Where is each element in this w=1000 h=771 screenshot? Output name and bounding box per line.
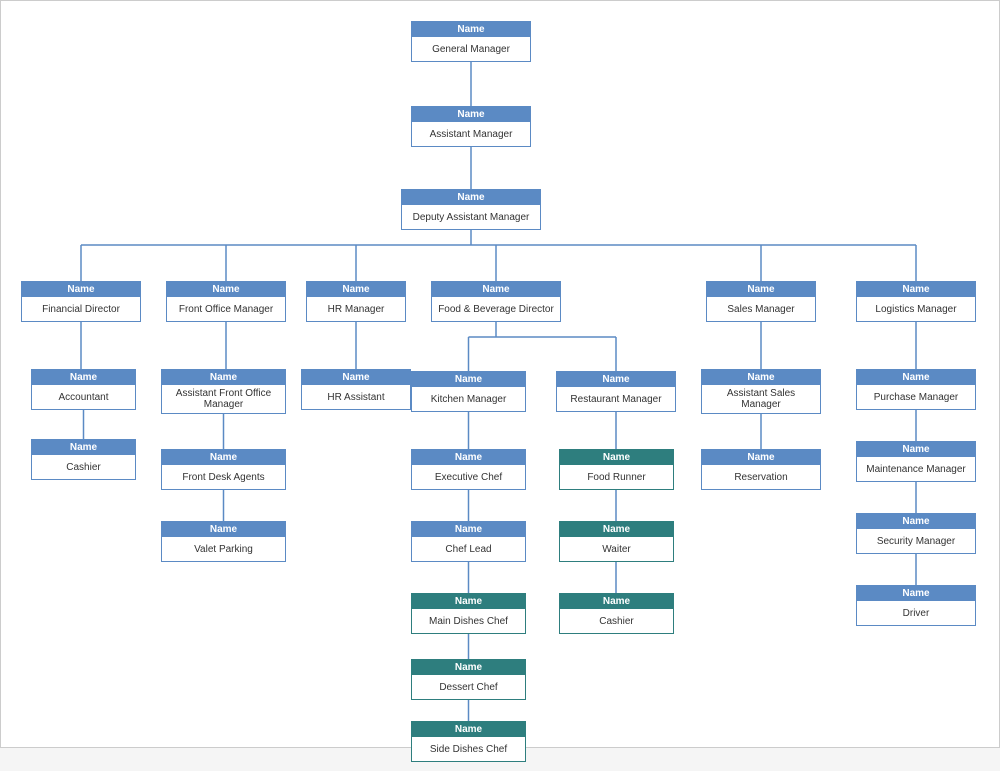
node-role-hrm: HR Manager: [307, 297, 405, 321]
node-header-acc: Name: [32, 370, 135, 385]
node-food-runner: Name Food Runner: [559, 449, 674, 490]
node-front-desk-agents: Name Front Desk Agents: [161, 449, 286, 490]
node-role-mm: Maintenance Manager: [857, 457, 975, 481]
node-sales-manager: Name Sales Manager: [706, 281, 816, 322]
node-header-mm: Name: [857, 442, 975, 457]
node-role-driver: Driver: [857, 601, 975, 625]
node-header-driver: Name: [857, 586, 975, 601]
node-role-acc: Accountant: [32, 385, 135, 409]
node-role-dam: Deputy Assistant Manager: [402, 205, 540, 229]
node-header-fr: Name: [560, 450, 673, 465]
node-header-fd: Name: [22, 282, 140, 297]
node-chef-lead: Name Chef Lead: [411, 521, 526, 562]
node-header-fda: Name: [162, 450, 285, 465]
org-chart-container: Name General Manager Name Assistant Mana…: [0, 0, 1000, 748]
node-header-gm: Name: [412, 22, 530, 37]
node-front-office-manager: Name Front Office Manager: [166, 281, 286, 322]
node-header-rm: Name: [557, 372, 675, 387]
node-restaurant-manager: Name Restaurant Manager: [556, 371, 676, 412]
node-food-beverage-director: Name Food & Beverage Director: [431, 281, 561, 322]
node-role-sm: Sales Manager: [707, 297, 815, 321]
node-asst-sales-manager: Name Assistant Sales Manager: [701, 369, 821, 414]
node-header-vp: Name: [162, 522, 285, 537]
node-main-dishes-chef: Name Main Dishes Chef: [411, 593, 526, 634]
node-header-waiter: Name: [560, 522, 673, 537]
node-hr-assistant: Name HR Assistant: [301, 369, 411, 410]
node-role-mdc: Main Dishes Chef: [412, 609, 525, 633]
node-header-sm: Name: [707, 282, 815, 297]
node-header-hra: Name: [302, 370, 410, 385]
node-role-fr: Food Runner: [560, 465, 673, 489]
node-header-pm: Name: [857, 370, 975, 385]
node-role-asm: Assistant Sales Manager: [702, 385, 820, 413]
node-asst-front-office: Name Assistant Front Office Manager: [161, 369, 286, 414]
node-header-cashier-rest: Name: [560, 594, 673, 609]
node-assistant-manager: Name Assistant Manager: [411, 106, 531, 147]
node-header-cashier-fd: Name: [32, 440, 135, 455]
node-cashier-rest: Name Cashier: [559, 593, 674, 634]
node-role-fom: Front Office Manager: [167, 297, 285, 321]
node-header-reservation: Name: [702, 450, 820, 465]
node-header-ec: Name: [412, 450, 525, 465]
node-role-cl: Chef Lead: [412, 537, 525, 561]
node-header-lm: Name: [857, 282, 975, 297]
node-role-cashier-rest: Cashier: [560, 609, 673, 633]
node-header-sdc: Name: [412, 722, 525, 737]
node-header-afom: Name: [162, 370, 285, 385]
node-header-km: Name: [412, 372, 525, 387]
node-role-secm: Security Manager: [857, 529, 975, 553]
node-role-afom: Assistant Front Office Manager: [162, 385, 285, 413]
node-executive-chef: Name Executive Chef: [411, 449, 526, 490]
node-role-am: Assistant Manager: [412, 122, 530, 146]
node-role-gm: General Manager: [412, 37, 530, 61]
node-role-fbd: Food & Beverage Director: [432, 297, 560, 321]
node-role-ec: Executive Chef: [412, 465, 525, 489]
node-role-fda: Front Desk Agents: [162, 465, 285, 489]
node-driver: Name Driver: [856, 585, 976, 626]
node-role-vp: Valet Parking: [162, 537, 285, 561]
node-header-secm: Name: [857, 514, 975, 529]
node-waiter: Name Waiter: [559, 521, 674, 562]
node-role-hra: HR Assistant: [302, 385, 410, 409]
node-dessert-chef: Name Dessert Chef: [411, 659, 526, 700]
node-purchase-manager: Name Purchase Manager: [856, 369, 976, 410]
node-security-manager: Name Security Manager: [856, 513, 976, 554]
node-general-manager: Name General Manager: [411, 21, 531, 62]
node-cashier-fd: Name Cashier: [31, 439, 136, 480]
node-role-pm: Purchase Manager: [857, 385, 975, 409]
node-role-km: Kitchen Manager: [412, 387, 525, 411]
node-accountant: Name Accountant: [31, 369, 136, 410]
node-header-hrm: Name: [307, 282, 405, 297]
node-role-lm: Logistics Manager: [857, 297, 975, 321]
node-header-dam: Name: [402, 190, 540, 205]
node-valet-parking: Name Valet Parking: [161, 521, 286, 562]
node-reservation: Name Reservation: [701, 449, 821, 490]
node-header-asm: Name: [702, 370, 820, 385]
node-header-am: Name: [412, 107, 530, 122]
node-role-rm: Restaurant Manager: [557, 387, 675, 411]
node-header-dc: Name: [412, 660, 525, 675]
node-kitchen-manager: Name Kitchen Manager: [411, 371, 526, 412]
node-role-sdc: Side Dishes Chef: [412, 737, 525, 761]
node-role-reservation: Reservation: [702, 465, 820, 489]
node-role-dc: Dessert Chef: [412, 675, 525, 699]
node-header-mdc: Name: [412, 594, 525, 609]
node-logistics-manager: Name Logistics Manager: [856, 281, 976, 322]
node-header-fbd: Name: [432, 282, 560, 297]
node-role-waiter: Waiter: [560, 537, 673, 561]
node-deputy-assistant: Name Deputy Assistant Manager: [401, 189, 541, 230]
node-maintenance-manager: Name Maintenance Manager: [856, 441, 976, 482]
node-role-fd: Financial Director: [22, 297, 140, 321]
node-header-cl: Name: [412, 522, 525, 537]
node-side-dishes-chef: Name Side Dishes Chef: [411, 721, 526, 762]
node-role-cashier-fd: Cashier: [32, 455, 135, 479]
node-financial-director: Name Financial Director: [21, 281, 141, 322]
node-header-fom: Name: [167, 282, 285, 297]
node-hr-manager: Name HR Manager: [306, 281, 406, 322]
